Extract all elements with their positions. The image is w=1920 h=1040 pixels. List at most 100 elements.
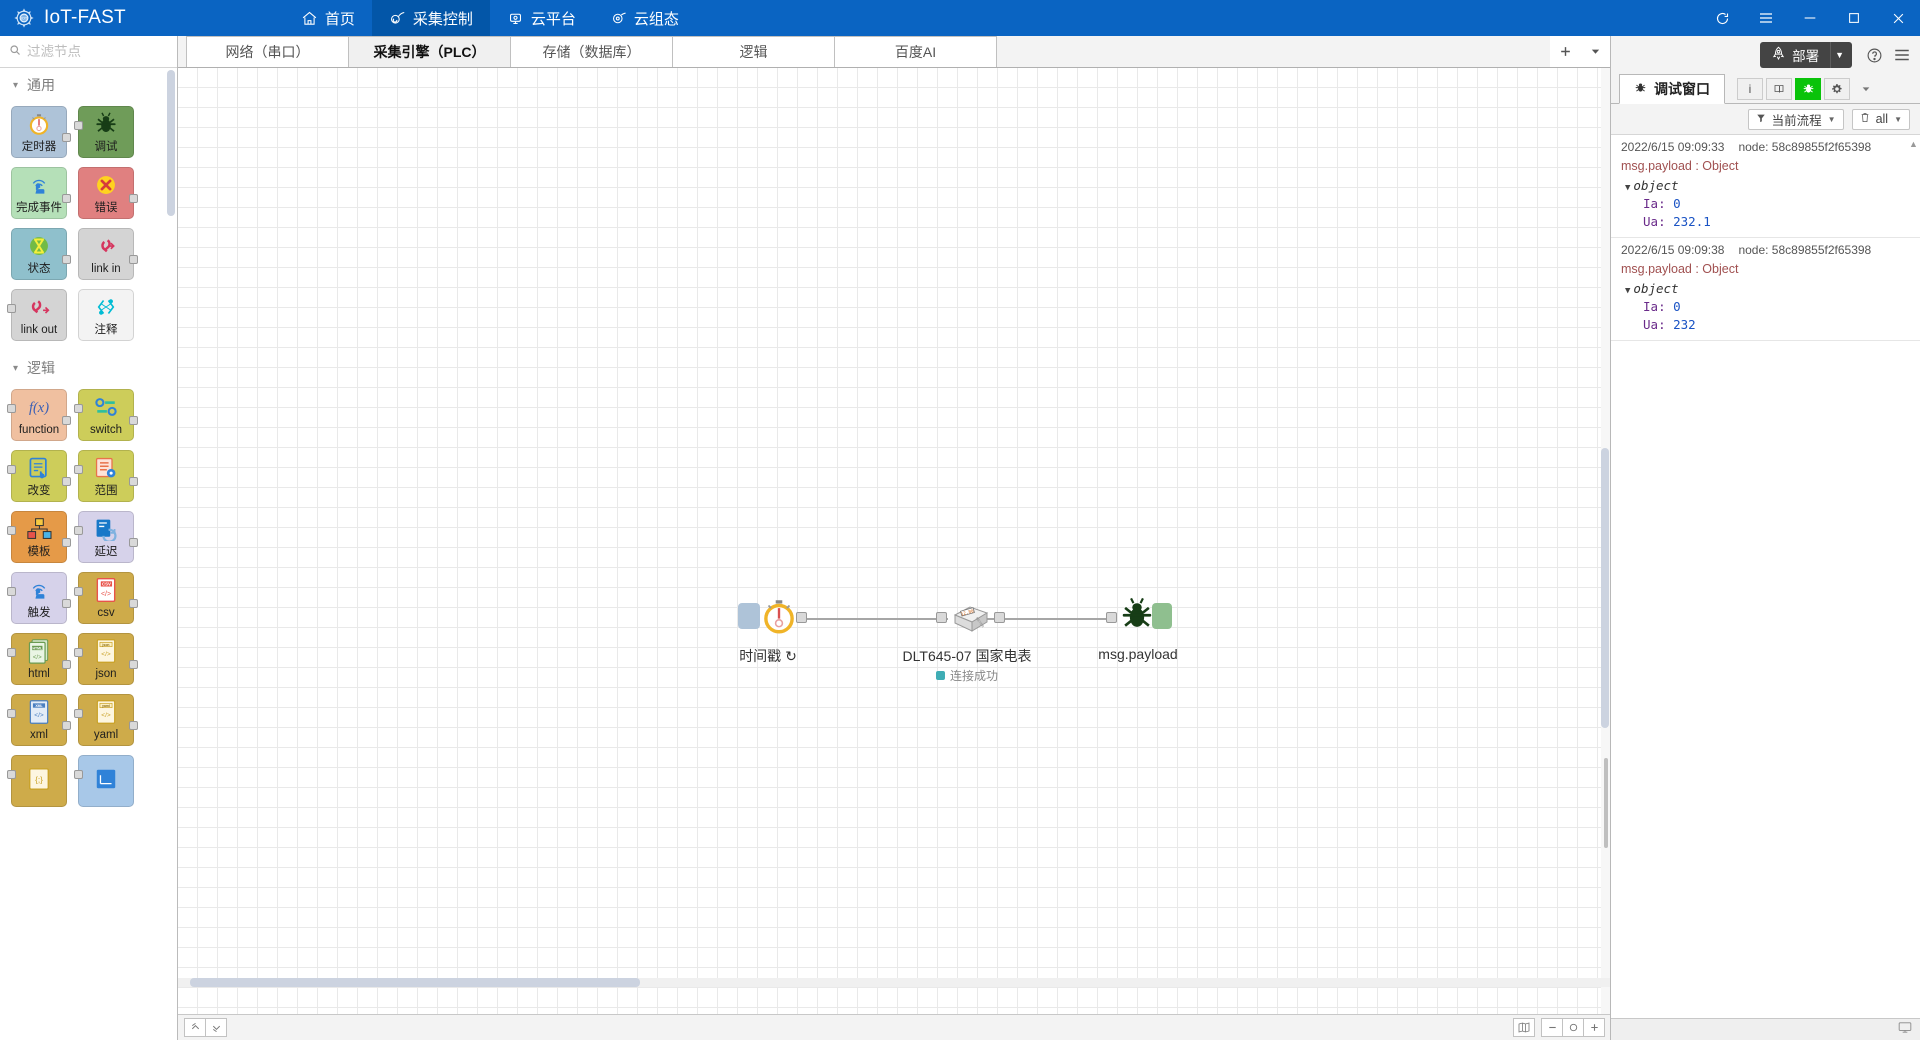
input-port[interactable] — [74, 121, 83, 130]
output-port[interactable] — [62, 194, 71, 203]
config-tab-button[interactable] — [1824, 77, 1850, 100]
palette-category-general[interactable]: ▾ 通用 — [0, 68, 177, 102]
input-port[interactable] — [74, 404, 83, 413]
output-port[interactable] — [62, 255, 71, 264]
input-port[interactable] — [1106, 612, 1117, 623]
output-port[interactable] — [129, 721, 138, 730]
palette-node-link-out[interactable]: link out — [7, 289, 67, 341]
input-port[interactable] — [7, 648, 16, 657]
plus-icon[interactable] — [1550, 36, 1580, 67]
debug-object-row[interactable]: ▼ object — [1625, 178, 1910, 193]
flow-canvas[interactable]: 时间戳 ↻ 12.80 METER DLT645-07 国家电表 连接成功 ms… — [178, 68, 1610, 1014]
canvas-vertical-scrollbar[interactable] — [1601, 68, 1610, 1014]
input-port[interactable] — [74, 465, 83, 474]
input-port[interactable] — [74, 648, 83, 657]
debug-message[interactable]: 2022/6/15 09:09:33 node: 58c89855f2f6539… — [1611, 135, 1920, 238]
palette-node-html[interactable]: HTML </> html — [7, 633, 71, 685]
palette-node-comment[interactable]: 注释 — [78, 289, 134, 341]
zoom-reset-button[interactable] — [1562, 1018, 1584, 1037]
palette-scrollbar[interactable] — [167, 70, 175, 216]
help-tab-button[interactable] — [1766, 77, 1792, 100]
canvas-vscroll-thumb-secondary[interactable] — [1604, 758, 1608, 848]
palette-node-status[interactable]: 状态 — [11, 228, 71, 280]
input-port[interactable] — [7, 770, 16, 779]
output-port[interactable] — [129, 660, 138, 669]
output-port[interactable] — [129, 194, 138, 203]
flow-node-dlt645[interactable]: 12.80 METER DLT645-07 国家电表 连接成功 — [903, 593, 1031, 683]
output-port[interactable] — [62, 599, 71, 608]
flow-node-inject[interactable]: 时间戳 ↻ — [738, 593, 807, 664]
output-port[interactable] — [796, 612, 807, 623]
palette-node-xml[interactable]: XML </> xml — [7, 694, 71, 746]
flow-tab-storage[interactable]: 存储（数据库） — [510, 36, 673, 67]
minimize-icon[interactable] — [1788, 0, 1832, 36]
menu-icon[interactable] — [1744, 0, 1788, 36]
output-port[interactable] — [129, 599, 138, 608]
hamburger-icon[interactable] — [1888, 41, 1916, 69]
nav-item-cloud-platform[interactable]: 云平台 — [490, 0, 593, 36]
flow-node-debug[interactable]: msg.payload — [1098, 593, 1178, 662]
collapse-all-button[interactable] — [184, 1018, 206, 1037]
deploy-caret-icon[interactable]: ▼ — [1830, 42, 1852, 68]
palette-node-change[interactable]: 改变 — [7, 450, 71, 502]
debug-toggle-button[interactable] — [1152, 603, 1172, 629]
refresh-icon[interactable] — [1700, 0, 1744, 36]
palette-node-template[interactable]: 模板 — [7, 511, 71, 563]
flow-tab-logic[interactable]: 逻辑 — [672, 36, 835, 67]
output-port[interactable] — [129, 538, 138, 547]
palette-node-range[interactable]: 范围 — [74, 450, 138, 502]
canvas-horizontal-scrollbar[interactable] — [178, 978, 1610, 987]
debug-clear-filter[interactable]: all ▼ — [1851, 108, 1910, 130]
inject-button[interactable] — [738, 603, 760, 629]
output-port[interactable] — [62, 477, 71, 486]
wire-inject-to-meter[interactable] — [800, 618, 948, 620]
output-port[interactable] — [62, 538, 71, 547]
input-port[interactable] — [936, 612, 947, 623]
input-port[interactable] — [7, 465, 16, 474]
debug-tab-button[interactable] — [1795, 77, 1821, 100]
palette-node-switch[interactable]: switch — [74, 389, 138, 441]
info-tab-button[interactable]: i — [1737, 77, 1763, 100]
debug-scroll-up-arrow[interactable]: ▲ — [1909, 139, 1918, 150]
output-port[interactable] — [994, 612, 1005, 623]
debug-message[interactable]: 2022/6/15 09:09:38 node: 58c89855f2f6539… — [1611, 238, 1920, 341]
palette-node-extra-left[interactable]: {;} — [7, 755, 67, 807]
debug-message-list[interactable]: 2022/6/15 09:09:33 node: 58c89855f2f6539… — [1611, 134, 1920, 1018]
nav-item-collect-control[interactable]: 采集控制 — [371, 0, 490, 36]
more-tab-button[interactable] — [1853, 78, 1879, 100]
output-port[interactable] — [62, 721, 71, 730]
debug-scope-filter[interactable]: 当前流程 ▼ — [1747, 108, 1844, 130]
triangle-down-icon[interactable]: ▼ — [1625, 183, 1630, 193]
input-port[interactable] — [74, 587, 83, 596]
palette-node-function[interactable]: f(x) function — [7, 389, 71, 441]
input-port[interactable] — [74, 770, 83, 779]
output-port[interactable] — [129, 477, 138, 486]
help-icon[interactable] — [1860, 41, 1888, 69]
palette-category-logic[interactable]: ▾ 逻辑 — [0, 351, 177, 385]
output-port[interactable] — [62, 133, 71, 142]
palette-node-extra-right[interactable] — [74, 755, 134, 807]
flow-tab-baidu-ai[interactable]: 百度AI — [834, 36, 997, 67]
palette-node-catch[interactable]: 错误 — [78, 167, 138, 219]
chevron-down-icon[interactable] — [1580, 36, 1610, 67]
palette-node-complete[interactable]: 完成事件 — [11, 167, 71, 219]
zoom-out-button[interactable] — [1541, 1018, 1563, 1037]
triangle-down-icon[interactable]: ▼ — [1625, 286, 1630, 296]
palette-node-csv[interactable]: CSV </> csv — [74, 572, 138, 624]
input-port[interactable] — [7, 526, 16, 535]
close-icon[interactable] — [1876, 0, 1920, 36]
canvas-vscroll-thumb[interactable] — [1601, 448, 1609, 728]
output-port[interactable] — [129, 416, 138, 425]
navigator-button[interactable] — [1513, 1018, 1535, 1037]
palette-node-json[interactable]: json </> json — [74, 633, 138, 685]
input-port[interactable] — [7, 304, 16, 313]
monitor-icon[interactable] — [1898, 1021, 1912, 1039]
input-port[interactable] — [7, 404, 16, 413]
output-port[interactable] — [129, 255, 138, 264]
palette-node-trigger[interactable]: 触发 — [7, 572, 71, 624]
nav-item-home[interactable]: 首页 — [284, 0, 372, 36]
output-port[interactable] — [62, 416, 71, 425]
palette-node-yaml[interactable]: yaml </> yaml — [74, 694, 138, 746]
deploy-button[interactable]: 部署 ▼ — [1760, 42, 1852, 68]
canvas-hscroll-thumb[interactable] — [190, 978, 640, 987]
